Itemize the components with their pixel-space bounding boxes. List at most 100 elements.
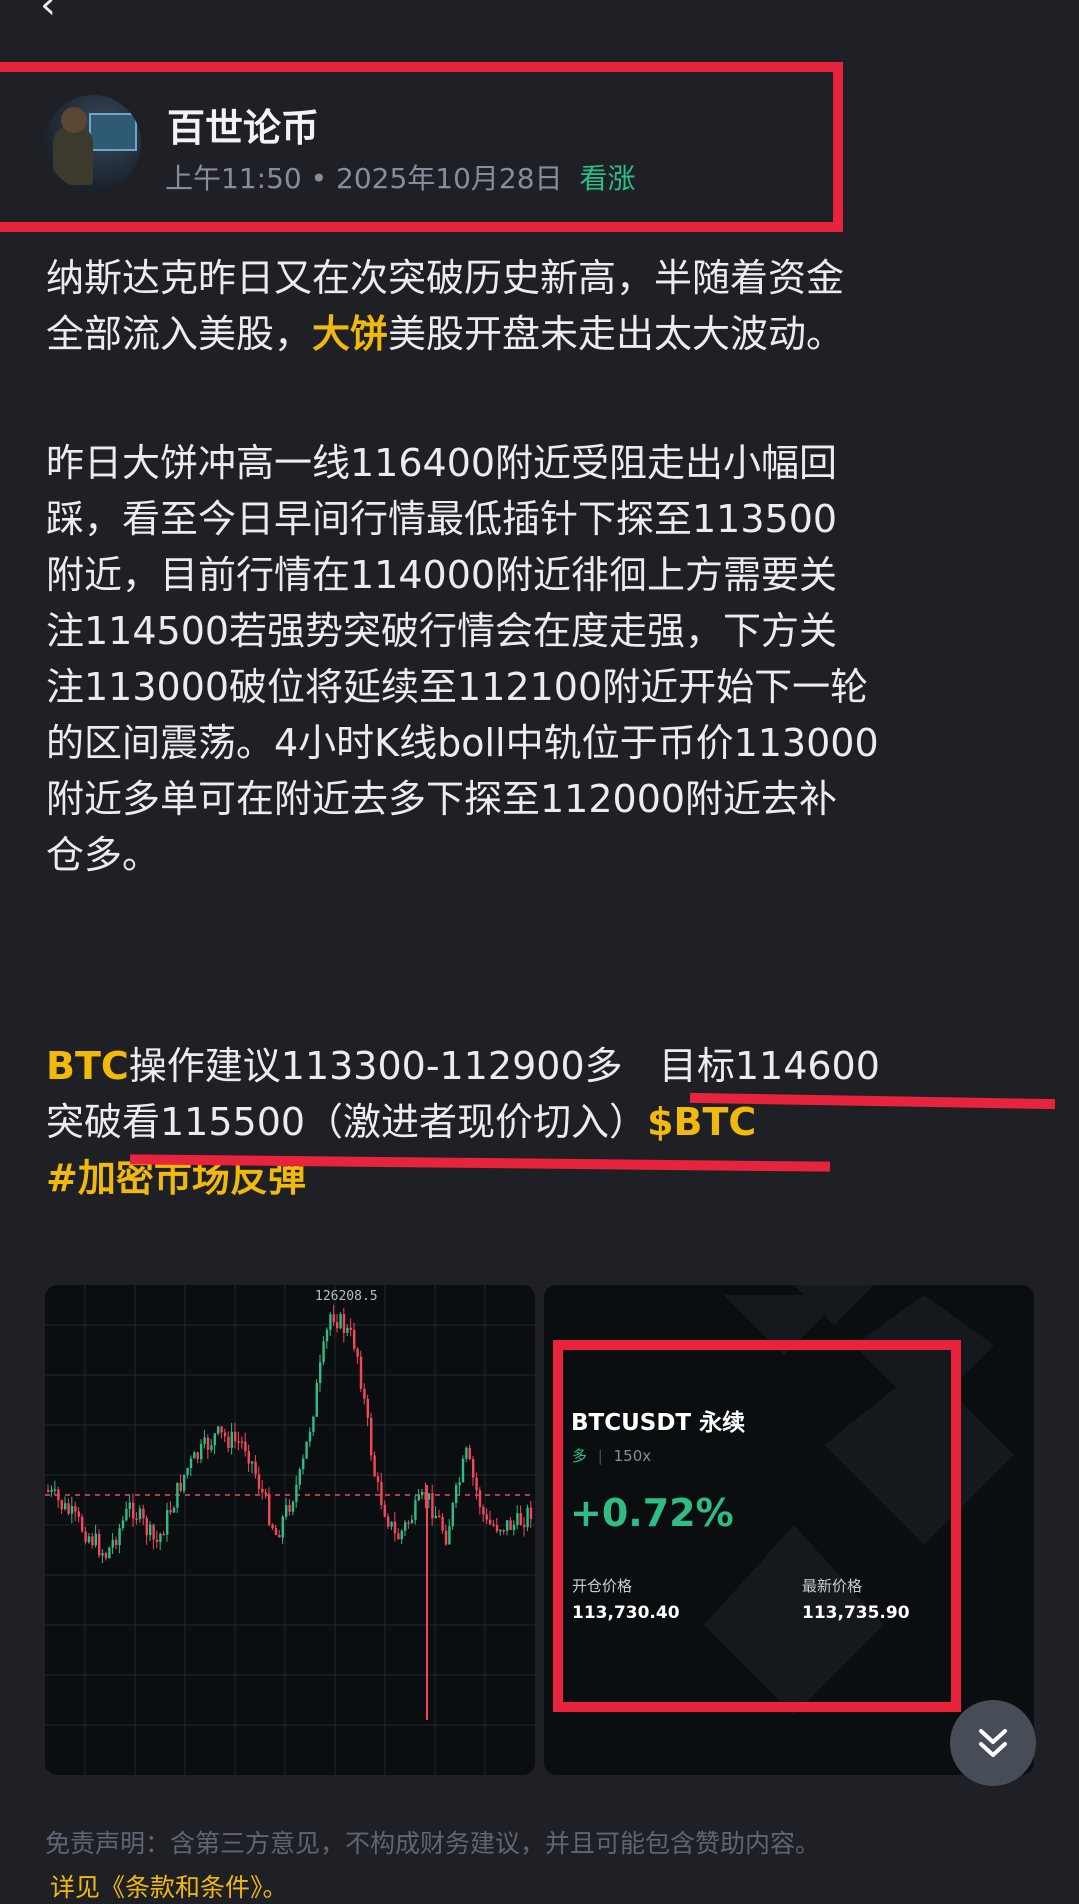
candle-body [523,1524,526,1528]
candle-body [176,1482,179,1508]
candle-body [492,1524,495,1526]
candle-body [441,1516,444,1531]
candle-body [203,1437,206,1444]
candle-body [67,1503,70,1514]
candle-body [414,1500,417,1520]
coin-link-dabing[interactable]: 大饼 [312,312,388,356]
candle-body [370,1417,373,1456]
post-paragraph-suggestion: BTC操作建议113300-112900多 目标114600 突破看115500… [46,1044,880,1200]
candle-body [312,1416,315,1432]
candle-body [149,1524,152,1536]
candle-body [499,1530,502,1532]
candle-body [485,1514,488,1520]
candle-body [332,1314,335,1323]
candle-body [366,1398,369,1418]
candle-body [87,1536,91,1543]
price-chart-card[interactable]: 126208.5 [45,1285,535,1775]
candle-body [285,1505,288,1517]
candle-body [475,1477,478,1491]
candle-body [302,1458,305,1470]
candle-body [444,1530,448,1545]
post-paragraph-2: 昨日大饼冲高一线116400附近受阻走出小幅回 踩，看至今日早间行情最低插针下探… [46,441,879,877]
candle-body [295,1484,298,1502]
candle-body [417,1495,420,1501]
candle-body [50,1489,53,1492]
candle-body [193,1452,196,1459]
candle-body [70,1506,74,1514]
candle-body [128,1502,131,1509]
candle-body [373,1455,376,1477]
candle-body [200,1443,203,1460]
candle-body [342,1314,346,1333]
candle-body [322,1341,325,1363]
candle-body [111,1539,114,1548]
candle-body [291,1501,295,1512]
candle-body [244,1441,247,1452]
candle-body [251,1461,254,1464]
candle-body [179,1482,182,1491]
scroll-down-button[interactable] [950,1700,1036,1786]
candle-body [132,1502,135,1519]
candle-body [125,1508,128,1521]
candle-body [145,1518,148,1536]
candle-body [210,1445,213,1450]
back-button[interactable]: ‹ [40,0,56,28]
candle-body [346,1327,349,1333]
candle-body [336,1322,339,1329]
candle-body [60,1500,63,1510]
candle-body [495,1524,499,1532]
candle-body [220,1426,223,1433]
candle-body [271,1524,274,1529]
candle-body [427,1493,431,1500]
candle-body [325,1329,329,1342]
candle-body [353,1329,356,1349]
candle-body [247,1451,250,1464]
candle-body [376,1476,380,1483]
candle-body [261,1488,264,1493]
candle-body [57,1489,60,1501]
cashtag-btc[interactable]: $BTC [647,1100,756,1144]
candle-body [478,1490,482,1508]
candle-body [482,1507,485,1515]
candle-body [472,1459,475,1478]
candlestick-chart [45,1285,535,1775]
post-paragraph-1: 纳斯达克昨日又在次突破历史新高，半随着资金 全部流入美股，大饼美股开盘未走出太大… [46,256,845,356]
candle-body [526,1507,529,1528]
candle-body [339,1314,342,1329]
candle-body [81,1516,84,1532]
candle-body [268,1493,271,1525]
candle-body [254,1461,257,1475]
candle-body [315,1383,318,1417]
candle-body [329,1314,332,1330]
candle-body [186,1468,189,1475]
disclaimer-text: 免责声明：含第三方意见，不构成财务建议，并且可能包含赞助内容。 [45,1829,821,1858]
candle-body [142,1508,145,1519]
candle-body [383,1504,386,1517]
candle-body [227,1436,230,1449]
candle-body [319,1362,322,1384]
candle-body [421,1491,424,1496]
candle-body [278,1535,281,1538]
candle-body [407,1522,410,1524]
candle-body [77,1511,80,1517]
chart-peak-label: 126208.5 [315,1289,378,1304]
candle-body [47,1490,50,1492]
coin-tag-btc[interactable]: BTC [46,1044,129,1088]
candle-body [529,1507,533,1520]
candle-body [183,1474,186,1491]
candle-body [349,1327,352,1330]
candle-body [489,1519,492,1525]
candle-body [308,1431,312,1442]
candle-body [506,1520,509,1531]
candle-body [98,1533,101,1556]
candle-body [393,1521,397,1534]
candle-body [519,1513,522,1525]
candle-body [356,1348,359,1357]
candle-body [74,1506,77,1512]
terms-link[interactable]: 详见《条款和条件》。 [50,1868,288,1904]
candle-body [196,1452,199,1460]
candle-body [234,1431,237,1442]
candle-body [516,1513,519,1525]
candle-body [274,1528,278,1536]
candle-body [400,1530,403,1540]
